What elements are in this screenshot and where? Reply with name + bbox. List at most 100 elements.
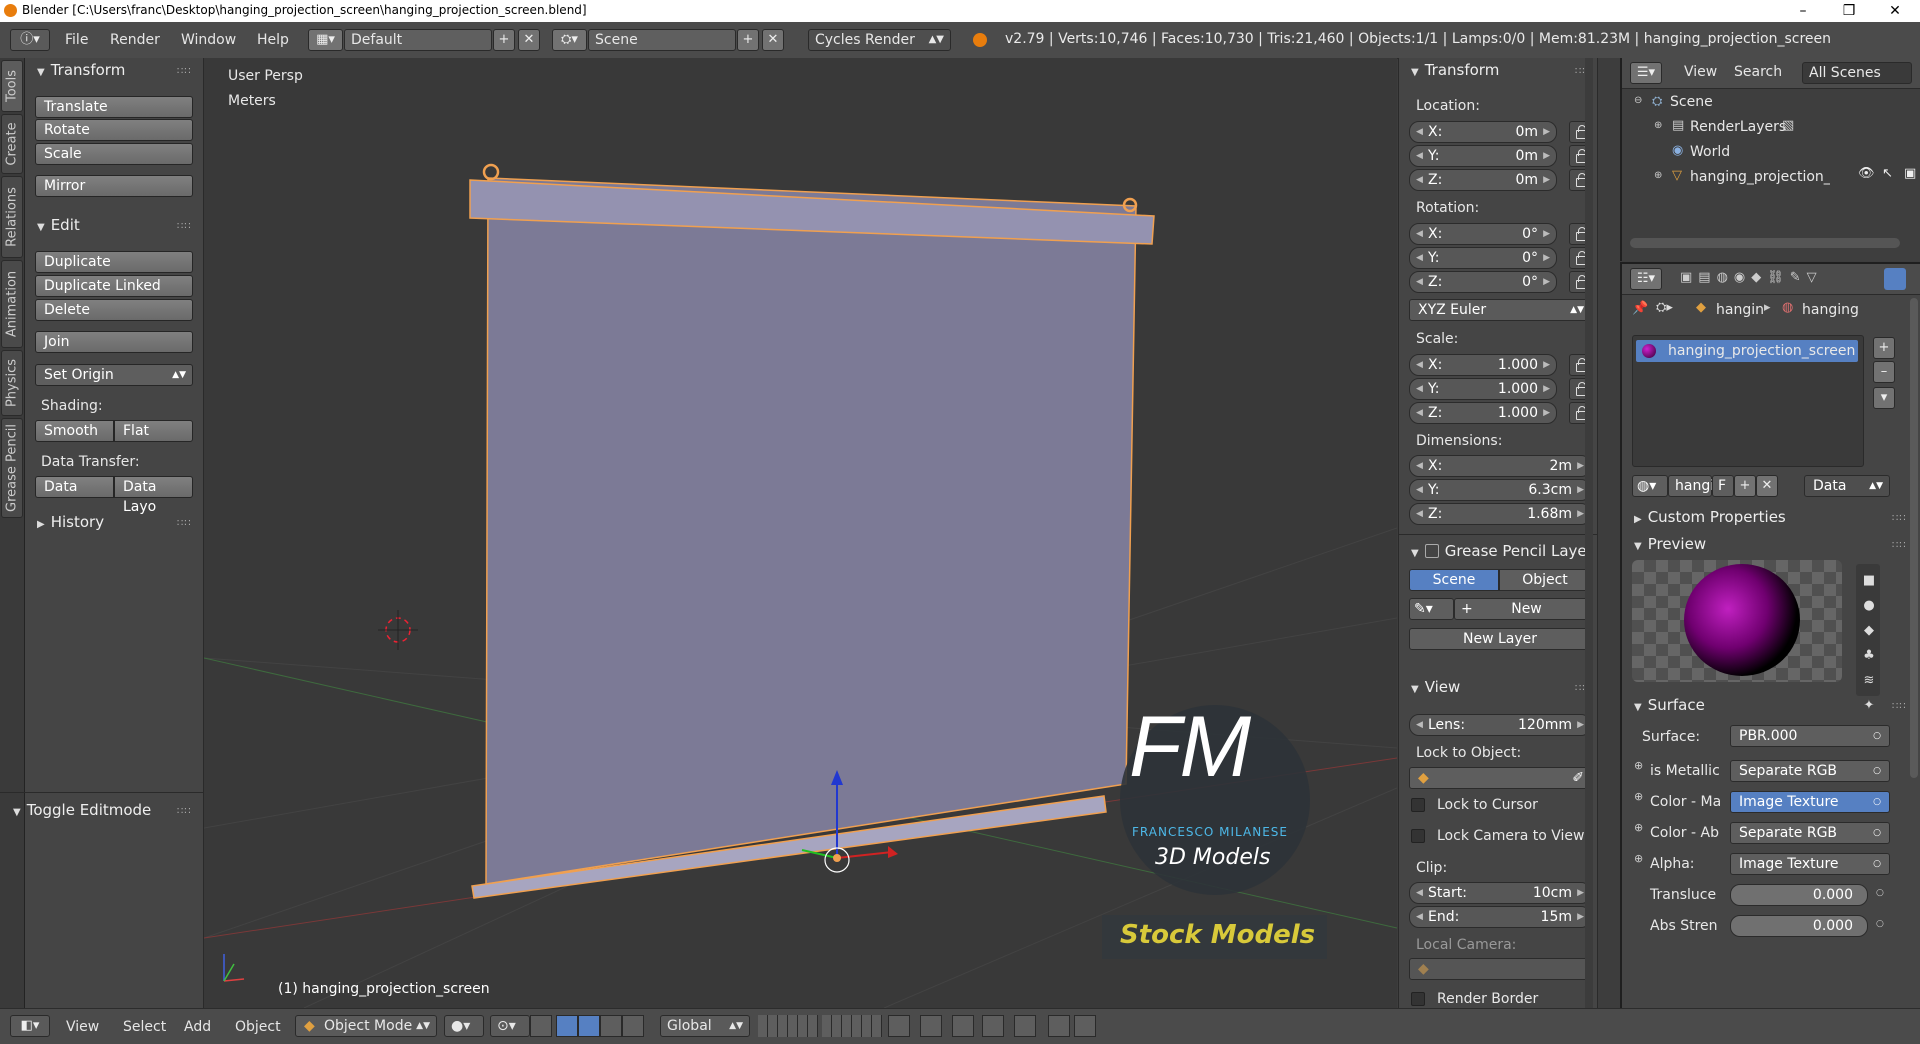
viewport-shading-select[interactable]: ●▾ — [444, 1015, 484, 1037]
renderability-camera-icon[interactable]: ▣ — [1904, 166, 1916, 181]
location-y-field[interactable]: ◀ Y: 0m ▶ — [1409, 145, 1557, 167]
minimize-button[interactable]: – — [1780, 0, 1826, 22]
view-panel-header[interactable]: ▼ View — [1411, 678, 1460, 696]
gp-source-object-tab[interactable]: Object — [1499, 569, 1591, 591]
drag-handle-icon[interactable]: ∷∷ — [177, 66, 192, 77]
layers-grid-right[interactable] — [822, 1015, 882, 1037]
translate-manipulator-icon[interactable] — [556, 1015, 578, 1037]
menu-window[interactable]: Window — [181, 32, 236, 48]
scale-y-field[interactable]: ◀ Y: 1.000 ▶ — [1409, 378, 1557, 400]
material-name-field[interactable]: hangi — [1668, 475, 1714, 497]
proportional-edit-icon[interactable] — [920, 1015, 942, 1037]
outliner-item-world[interactable]: World — [1690, 144, 1730, 160]
tab-relations[interactable]: Relations — [1, 176, 23, 258]
duplicate-linked-button[interactable]: Duplicate Linked — [35, 275, 193, 297]
render-border-checkbox[interactable] — [1411, 992, 1425, 1006]
render-animation-icon[interactable] — [1074, 1015, 1096, 1037]
material-browse-icon[interactable]: ◍▾ — [1632, 475, 1668, 497]
join-button[interactable]: Join — [35, 331, 193, 353]
material-link-select[interactable]: Data ▲▼ — [1804, 475, 1890, 497]
outliner-hscrollbar[interactable] — [1630, 238, 1900, 248]
lock-object-field[interactable]: ◆ ✐ — [1409, 767, 1591, 789]
render-engine-select[interactable]: Cycles Render ▲▼ — [808, 29, 951, 51]
duplicate-button[interactable]: Duplicate — [35, 251, 193, 273]
location-z-field[interactable]: ◀ Z: 0m ▶ — [1409, 169, 1557, 191]
alpha-input[interactable]: Image Texture ○ — [1730, 853, 1890, 875]
surface-panel-header[interactable]: ▼ Surface — [1634, 696, 1705, 714]
snap-target-icon[interactable] — [1014, 1015, 1036, 1037]
preview-panel-header[interactable]: ▼ Preview — [1634, 535, 1706, 553]
dimensions-z-field[interactable]: ◀ Z: 1.68m ▶ — [1409, 503, 1591, 525]
scale-button[interactable]: Scale — [35, 143, 193, 165]
layer-lock-icon[interactable] — [888, 1015, 910, 1037]
outliner-item-scene[interactable]: Scene — [1670, 94, 1713, 110]
interaction-mode-select[interactable]: ◆ Object Mode ▲▼ — [295, 1015, 437, 1037]
expand-socket-icon[interactable]: ⊕ — [1634, 790, 1643, 803]
scale-x-field[interactable]: ◀ X: 1.000 ▶ — [1409, 354, 1557, 376]
mirror-button[interactable]: Mirror — [35, 175, 193, 197]
menu-view[interactable]: View — [66, 1019, 99, 1035]
custom-properties-header[interactable]: ▶ Custom Properties — [1634, 508, 1786, 526]
lock-camera-checkbox[interactable] — [1411, 829, 1425, 843]
lock-to-cursor-checkbox[interactable] — [1411, 798, 1425, 812]
manipulator-toggle-icon[interactable] — [530, 1015, 552, 1037]
add-screen-icon[interactable]: + — [493, 29, 515, 51]
scene-field[interactable]: Scene — [588, 29, 736, 51]
outliner-filter-select[interactable]: All Scenes — [1802, 62, 1912, 84]
menu-object[interactable]: Object — [235, 1019, 281, 1035]
local-camera-field[interactable]: ◆ — [1409, 958, 1591, 980]
drag-handle-icon[interactable]: ∷∷ — [1892, 513, 1907, 524]
menu-add[interactable]: Add — [184, 1019, 211, 1035]
maximize-button[interactable]: ❒ — [1826, 0, 1872, 22]
rotation-z-field[interactable]: ◀ Z: 0° ▶ — [1409, 271, 1557, 293]
drag-handle-icon[interactable]: ∷∷ — [1892, 540, 1907, 551]
pivot-point-select[interactable]: ⊙▾ — [490, 1015, 530, 1037]
grease-pencil-layer-header[interactable]: ▼ Grease Pencil Layer — [1411, 542, 1593, 560]
rotation-mode-select[interactable]: XYZ Euler ▲▼ — [1409, 299, 1591, 321]
projection-screen-fabric[interactable] — [485, 177, 1137, 885]
fake-user-button[interactable]: F — [1712, 475, 1734, 497]
socket-link-icon[interactable]: ○ — [1876, 919, 1884, 929]
tab-create[interactable]: Create — [1, 114, 23, 174]
transform-panel-header[interactable]: ▼ Transform — [37, 61, 125, 79]
scene-icon[interactable]: ⛭▾ — [552, 29, 587, 51]
dimensions-x-field[interactable]: ◀ X: 2m ▶ — [1409, 455, 1591, 477]
menu-help[interactable]: Help — [257, 32, 289, 48]
editor-type-info-icon[interactable]: ⓘ▾ — [10, 29, 50, 51]
outliner-view-menu[interactable]: View — [1684, 64, 1717, 80]
close-window-button[interactable]: ✕ — [1872, 0, 1918, 22]
expand-socket-icon[interactable]: ⊕ — [1634, 759, 1643, 772]
tab-grease-pencil[interactable]: Grease Pencil — [1, 418, 23, 518]
drag-handle-icon[interactable]: ∷∷ — [177, 806, 192, 817]
drag-handle-icon[interactable]: ∷∷ — [1892, 701, 1907, 712]
outliner-item-renderlayers[interactable]: RenderLayers — [1690, 119, 1786, 135]
expand-socket-icon[interactable]: ⊕ — [1634, 852, 1643, 865]
tab-animation[interactable]: Animation — [1, 260, 23, 348]
translucency-slider[interactable]: 0.000 — [1730, 884, 1868, 906]
snap-toggle-icon[interactable] — [952, 1015, 974, 1037]
render-layer-toggle-icon[interactable]: ▧ — [1782, 118, 1794, 133]
transform-orientation-select[interactable]: Global ▲▼ — [660, 1015, 750, 1037]
eyedropper-icon[interactable]: ✐ — [1572, 768, 1584, 788]
outliner-editor-type-icon[interactable]: ☰▾ — [1630, 62, 1662, 84]
drag-handle-icon[interactable]: ∷∷ — [177, 221, 192, 232]
scale-manipulator-icon[interactable] — [600, 1015, 622, 1037]
unlink-material-icon[interactable]: ✕ — [1756, 475, 1778, 497]
rotation-y-field[interactable]: ◀ Y: 0° ▶ — [1409, 247, 1557, 269]
editor-type-3dview-icon[interactable]: ◧▾ — [10, 1015, 50, 1037]
drag-handle-icon[interactable]: ∷∷ — [177, 518, 192, 529]
abs-strength-slider[interactable]: 0.000 — [1730, 915, 1868, 937]
history-panel-header[interactable]: ▶ History — [37, 513, 104, 531]
3d-cursor-icon[interactable] — [378, 610, 418, 650]
tab-tools[interactable]: Tools — [1, 60, 23, 112]
tab-physics[interactable]: Physics — [1, 350, 23, 416]
material-tab-icon[interactable] — [1884, 268, 1906, 290]
translate-button[interactable]: Translate — [35, 96, 193, 118]
properties-context-tabs[interactable]: ▣▤◍◉◆⛓✎▽ — [1680, 270, 1823, 285]
color-ab-input[interactable]: Separate RGB ○ — [1730, 822, 1890, 844]
rotate-manipulator-icon[interactable] — [578, 1015, 600, 1037]
remove-screen-icon[interactable]: ✕ — [518, 29, 540, 51]
collapse-icon[interactable]: ⊖ — [1634, 95, 1642, 106]
add-scene-icon[interactable]: + — [737, 29, 759, 51]
gp-source-scene-tab[interactable]: Scene — [1409, 569, 1499, 591]
